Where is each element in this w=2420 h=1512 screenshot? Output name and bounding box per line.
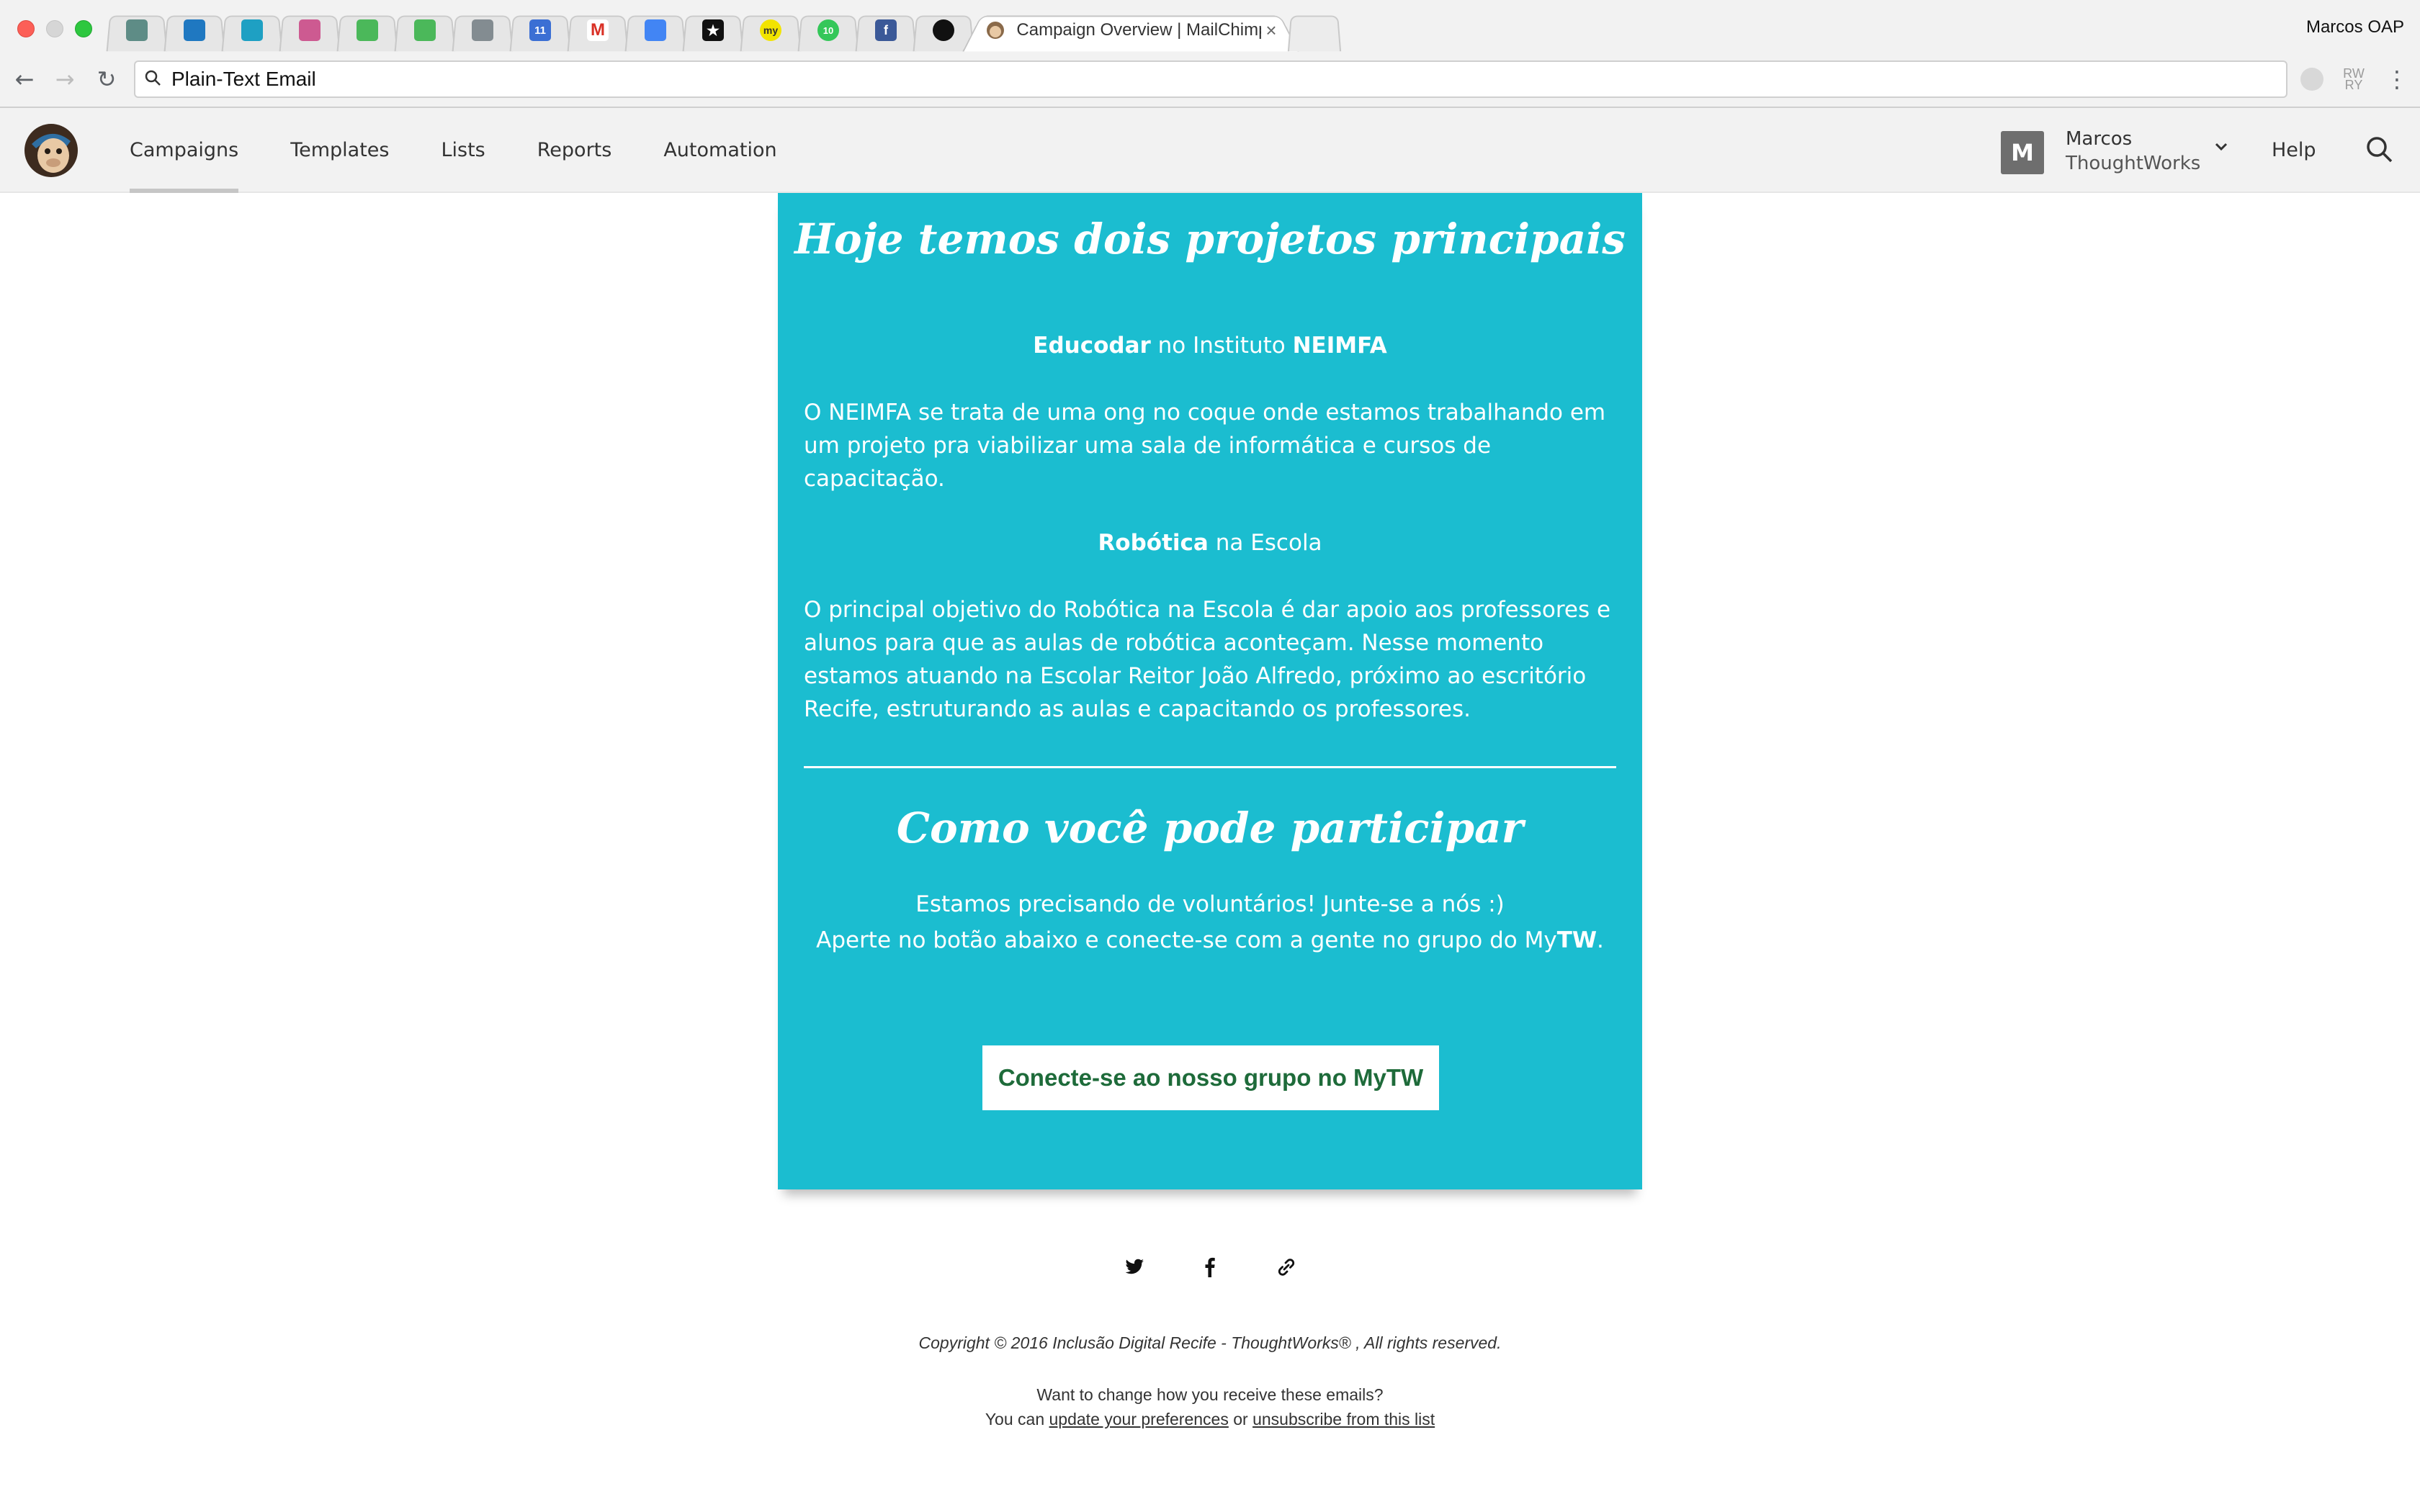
- trello-icon: [414, 19, 436, 41]
- search-icon: [145, 70, 161, 86]
- tab-inbox[interactable]: [627, 10, 684, 50]
- star-icon: ★: [702, 19, 724, 41]
- tab-calendar[interactable]: 11: [511, 10, 569, 50]
- trello-icon: [241, 19, 263, 41]
- address-bar-text: Plain-Text Email: [171, 68, 316, 90]
- inbox-icon: [645, 19, 666, 41]
- volunteer-line: Estamos precisando de voluntários! Junte…: [915, 891, 1505, 917]
- my-icon: my: [760, 19, 781, 41]
- tab-trello-5[interactable]: [339, 10, 396, 50]
- tab-trello-6[interactable]: [396, 10, 454, 50]
- browser-profile-name[interactable]: Marcos OAP: [2306, 17, 2404, 37]
- tab-strip: 11 M ★ my 10 f Campaign Overview | MailC…: [108, 10, 1340, 50]
- nav-automation[interactable]: Automation: [663, 108, 776, 193]
- email-content-block: Hoje temos dois projetos principais Educ…: [778, 193, 1642, 1189]
- calendar-icon: 11: [529, 19, 551, 41]
- nav-lists[interactable]: Lists: [441, 108, 485, 193]
- reload-icon[interactable]: ↻: [92, 65, 121, 94]
- trello-icon: [126, 19, 148, 41]
- account-menu[interactable]: Marcos ThoughtWorks: [2066, 127, 2200, 176]
- user-name: Marcos: [2066, 128, 2133, 150]
- preferences-links: You can update your preferences or unsub…: [985, 1410, 1435, 1428]
- avatar[interactable]: M: [2001, 131, 2044, 174]
- nav-campaigns[interactable]: Campaigns: [130, 108, 239, 193]
- twitter-icon[interactable]: [1119, 1253, 1148, 1282]
- close-tab-icon[interactable]: ×: [1265, 19, 1276, 42]
- app-header: Campaigns Templates Lists Reports Automa…: [0, 108, 2420, 193]
- user-org: ThoughtWorks: [2066, 153, 2201, 174]
- project1-title: Educodar no Instituto NEIMFA: [1033, 333, 1387, 359]
- extension-rw-icon[interactable]: RW RY: [2342, 67, 2365, 91]
- preferences-question: Want to change how you receive these ema…: [1036, 1385, 1384, 1404]
- tab-campaign-overview[interactable]: Campaign Overview | MailChimp ×: [972, 10, 1289, 50]
- connect-line: Aperte no botão abaixo e conecte-se com …: [816, 927, 1604, 953]
- navigation-bar: ← → ↻ Plain-Text Email RW RY ⋮: [0, 58, 2420, 102]
- browser-chrome: 11 M ★ my 10 f Campaign Overview | MailC…: [0, 0, 2420, 108]
- browser-menu-icon[interactable]: ⋮: [2385, 66, 2408, 92]
- project1-description: O NEIMFA se trata de uma ong no coque on…: [804, 400, 1606, 492]
- maximize-window-button[interactable]: [75, 20, 92, 37]
- close-window-button[interactable]: [17, 20, 35, 37]
- trello-icon: [184, 19, 205, 41]
- address-bar[interactable]: Plain-Text Email: [134, 60, 2287, 98]
- tab-github[interactable]: [915, 10, 972, 50]
- copyright-text: Copyright © 2016 Inclusão Digital Recife…: [918, 1333, 1502, 1352]
- nav-templates[interactable]: Templates: [290, 108, 389, 193]
- tab-my[interactable]: my: [742, 10, 799, 50]
- divider: [804, 766, 1616, 768]
- heading-participate: Como você pode participar: [896, 804, 1524, 852]
- mailchimp-logo-icon[interactable]: [23, 122, 79, 179]
- tab-facebook[interactable]: f: [857, 10, 915, 50]
- mailchimp-favicon-icon: [985, 19, 1006, 41]
- tab-trello-4[interactable]: [281, 10, 339, 50]
- gmail-icon: M: [587, 19, 609, 41]
- facebook-icon: f: [875, 19, 897, 41]
- search-icon[interactable]: [2364, 134, 2396, 166]
- tab-gmail[interactable]: M: [569, 10, 627, 50]
- new-tab-button[interactable]: [1289, 10, 1340, 50]
- badge-icon: 10: [817, 19, 839, 41]
- facebook-icon[interactable]: [1196, 1253, 1224, 1282]
- trello-icon: [357, 19, 378, 41]
- join-mytw-group-button[interactable]: Conecte-se ao nosso grupo no MyTW: [982, 1045, 1439, 1110]
- tab-title: Campaign Overview | MailChimp: [1016, 20, 1262, 40]
- help-link[interactable]: Help: [2272, 108, 2316, 193]
- heading-projects: Hoje temos dois projetos principais: [794, 215, 1626, 264]
- project2-title: Robótica na Escola: [1098, 530, 1322, 556]
- nav-reports[interactable]: Reports: [537, 108, 612, 193]
- tab-trello-7[interactable]: [454, 10, 511, 50]
- unsubscribe-link[interactable]: unsubscribe from this list: [1252, 1410, 1435, 1428]
- github-icon: [933, 19, 954, 41]
- trello-icon: [299, 19, 321, 41]
- update-preferences-link[interactable]: update your preferences: [1049, 1410, 1229, 1428]
- tab-trello-1[interactable]: [108, 10, 166, 50]
- main-nav: Campaigns Templates Lists Reports Automa…: [130, 108, 829, 193]
- project2-description: O principal objetivo do Robótica na Esco…: [804, 597, 1611, 722]
- extension-cloud-icon[interactable]: [2300, 68, 2323, 91]
- forward-arrow-icon[interactable]: →: [50, 65, 79, 94]
- tab-star[interactable]: ★: [684, 10, 742, 50]
- link-icon[interactable]: [1272, 1253, 1301, 1282]
- tab-trello-3[interactable]: [223, 10, 281, 50]
- trello-icon: [472, 19, 493, 41]
- tab-trello-2[interactable]: [166, 10, 223, 50]
- chevron-down-icon[interactable]: [2211, 137, 2231, 157]
- minimize-window-button[interactable]: [46, 20, 63, 37]
- back-arrow-icon[interactable]: ←: [10, 65, 39, 94]
- tab-badge[interactable]: 10: [799, 10, 857, 50]
